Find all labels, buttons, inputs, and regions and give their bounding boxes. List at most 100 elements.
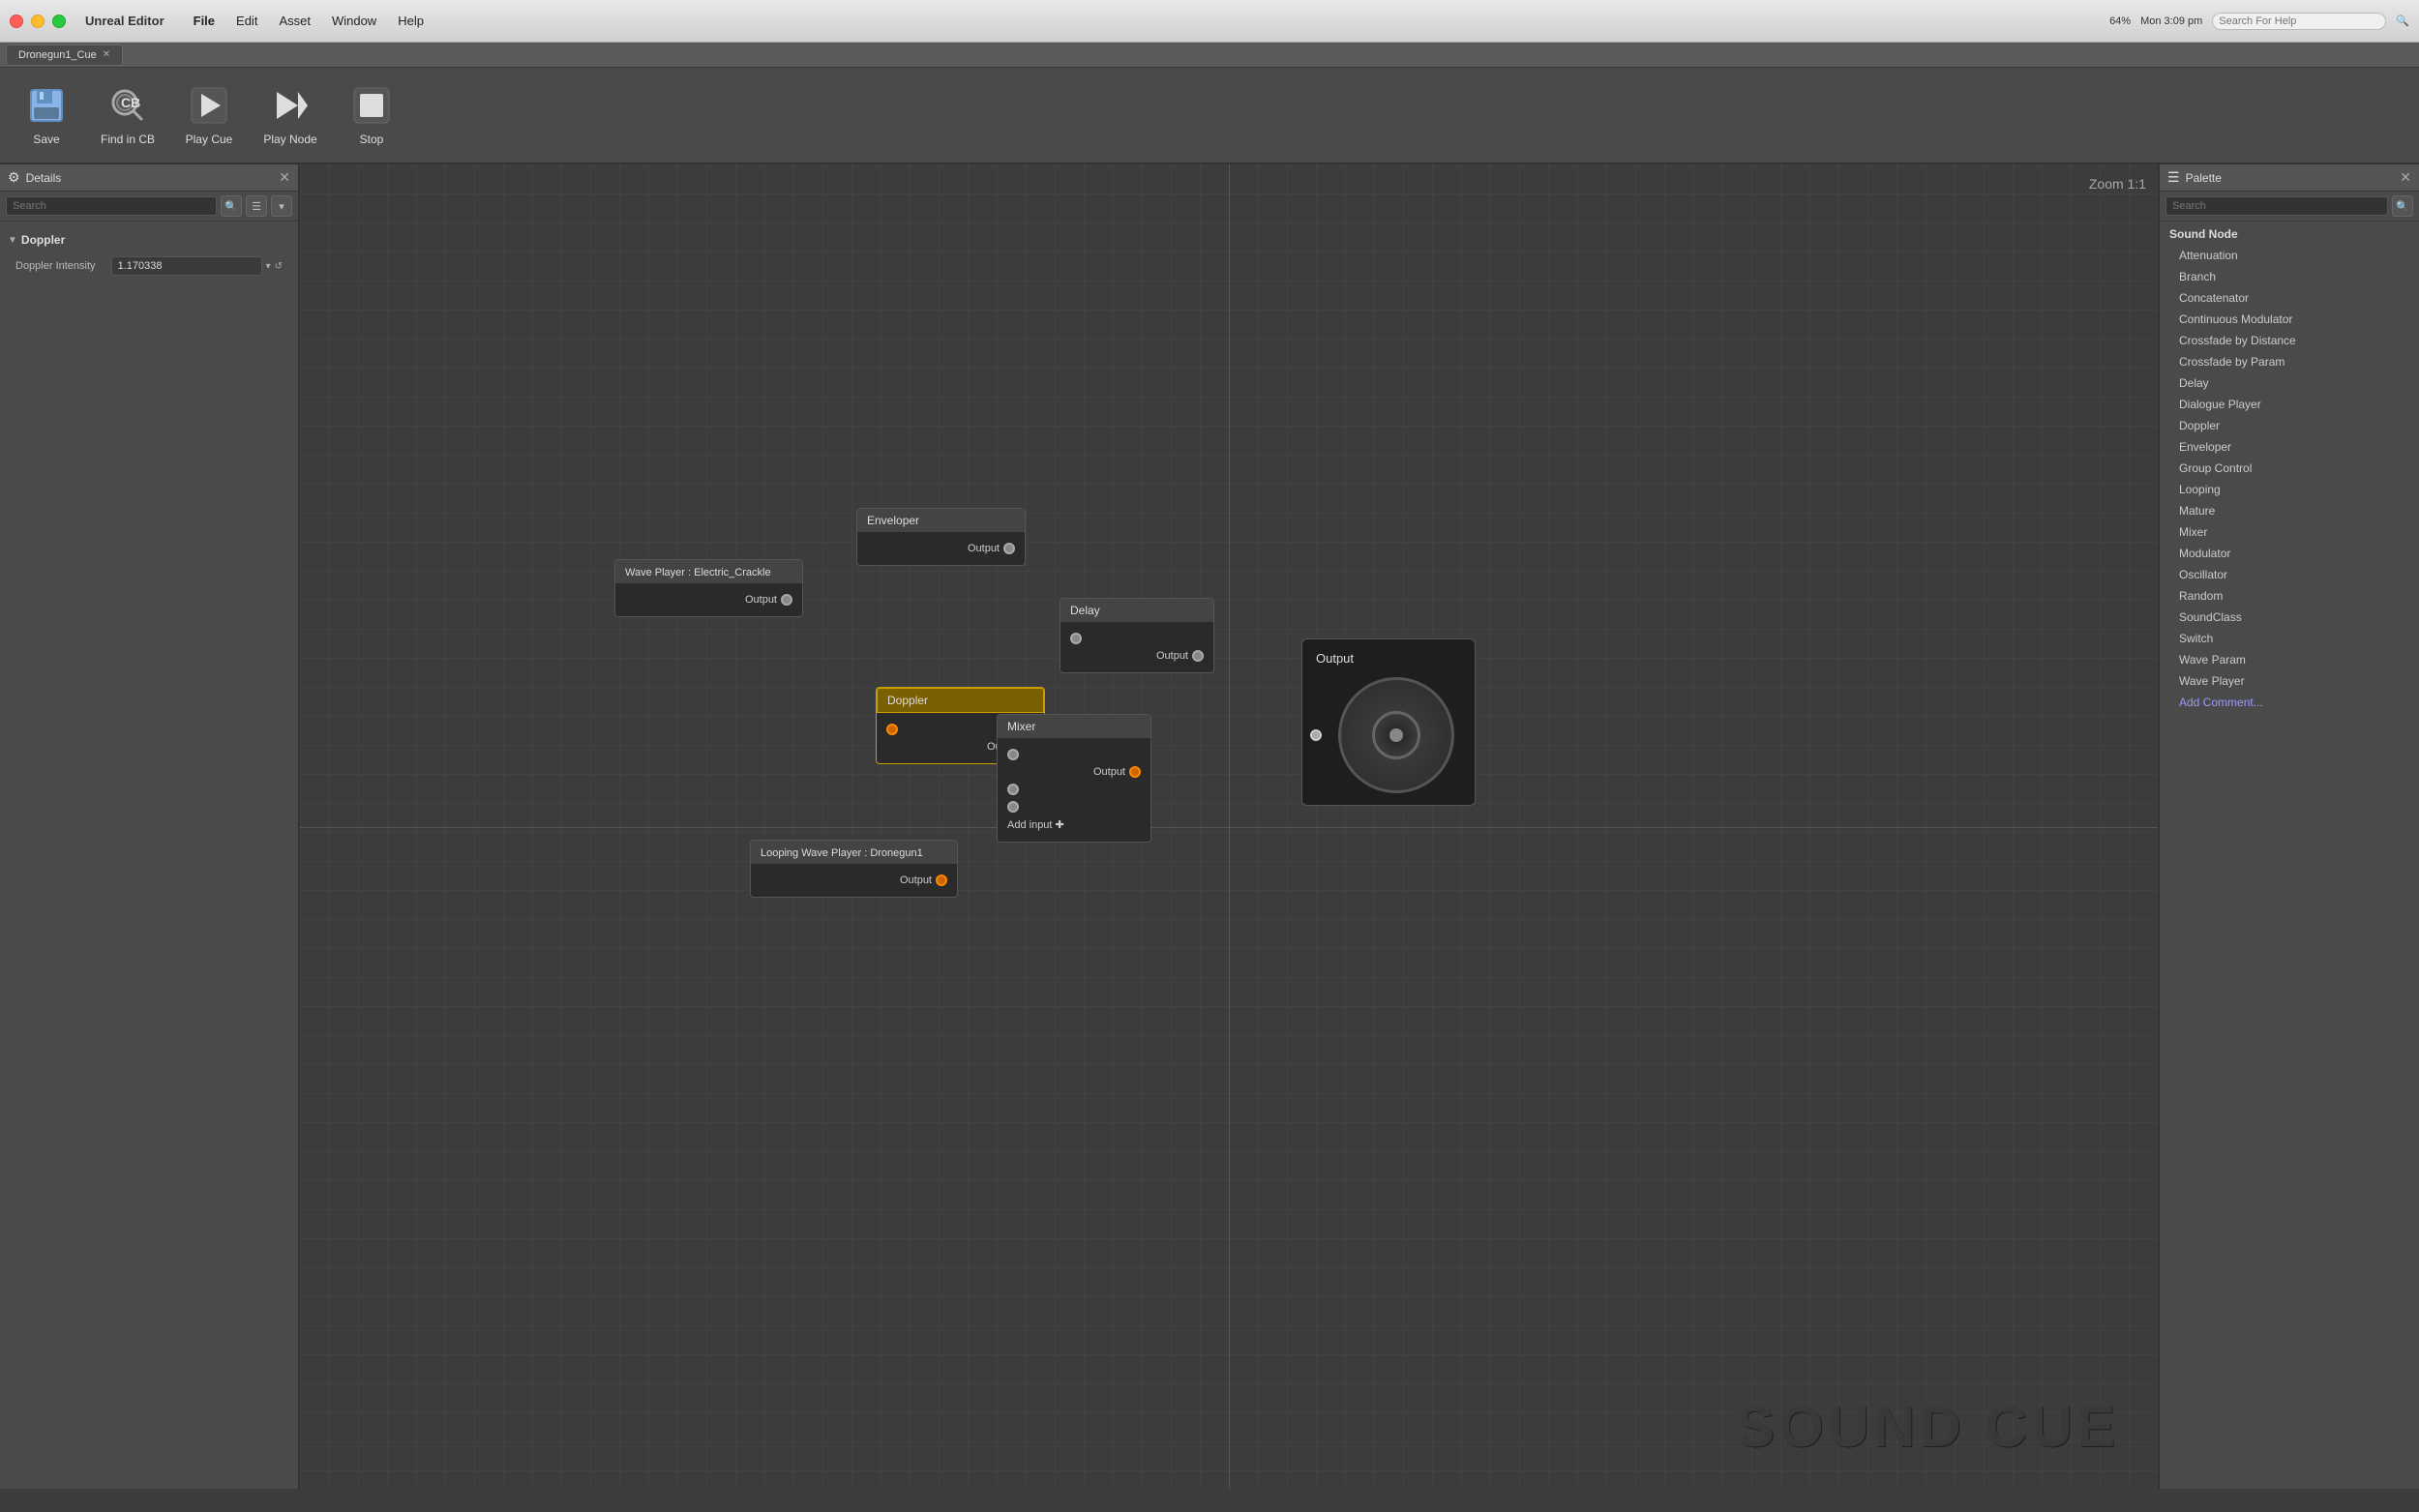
reset-icon[interactable]: ↺ [275,261,283,272]
palette-item-doppler[interactable]: Doppler [2160,415,2419,436]
palette-item-branch[interactable]: Branch [2160,266,2419,287]
tab-close-icon[interactable]: ✕ [103,49,110,60]
palette-item-modulator[interactable]: Modulator [2160,543,2419,564]
palette-icon: ☰ [2167,169,2180,186]
palette-list: Sound Node Attenuation Branch Concatenat… [2160,222,2419,1489]
palette-item-random[interactable]: Random [2160,585,2419,607]
close-button[interactable] [10,15,23,28]
palette-item-mixer[interactable]: Mixer [2160,521,2419,543]
doppler-intensity-label: Doppler Intensity [15,260,104,272]
looping-wave-output-port[interactable] [936,875,947,886]
menu-right: 64% Mon 3:09 pm 🔍 [2109,13,2409,30]
wave-player-output-label: Output [745,594,777,606]
doppler-intensity-row: Doppler Intensity ▾ ↺ [8,252,290,280]
palette-add-comment[interactable]: Add Comment... [2160,692,2419,713]
canvas-divider-v [1229,164,1230,1489]
minimize-button[interactable] [31,15,45,28]
palette-item-continuous-modulator[interactable]: Continuous Modulator [2160,309,2419,330]
menu-asset[interactable]: Asset [269,12,320,30]
details-panel: ⚙ Details ✕ 🔍 ☰ ▾ ▼ Doppler Doppler Inte… [0,164,300,1489]
mixer-node[interactable]: Mixer Output Add input ✚ [997,714,1151,843]
details-search-button[interactable]: 🔍 [221,195,242,217]
output-input-port[interactable] [1310,729,1322,741]
delay-node[interactable]: Delay Output [1060,598,1214,673]
details-icon: ⚙ [8,169,20,186]
details-content: ▼ Doppler Doppler Intensity ▾ ↺ [0,222,298,287]
find-in-cb-label: Find in CB [101,133,155,146]
looping-wave-node[interactable]: Looping Wave Player : Dronegun1 Output [750,840,958,898]
details-list-view-button[interactable]: ☰ [246,195,267,217]
palette-search-input[interactable] [2165,196,2388,216]
palette-item-oscillator[interactable]: Oscillator [2160,564,2419,585]
maximize-button[interactable] [52,15,66,28]
wave-player-node[interactable]: Wave Player : Electric_Crackle Output [614,559,803,617]
tab-dronegun[interactable]: Dronegun1_Cue ✕ [6,44,123,66]
menu-window[interactable]: Window [322,12,386,30]
canvas-area[interactable]: Zoom 1:1 [300,164,2158,1489]
doppler-intensity-field[interactable] [111,256,262,276]
palette-item-wave-player[interactable]: Wave Player [2160,670,2419,692]
doppler-intensity-container: ▾ ↺ [111,256,283,276]
delay-input-port[interactable] [1070,633,1082,644]
menu-help[interactable]: Help [388,12,433,30]
details-search-input[interactable] [6,196,217,216]
palette-item-switch[interactable]: Switch [2160,628,2419,649]
delay-title: Delay [1060,599,1213,622]
palette-item-group-control[interactable]: Group Control [2160,458,2419,479]
play-cue-icon [188,84,230,127]
save-button[interactable]: Save [8,74,85,157]
enveloper-node[interactable]: Enveloper Output [856,508,1026,566]
palette-item-soundclass[interactable]: SoundClass [2160,607,2419,628]
palette-item-mature[interactable]: Mature [2160,500,2419,521]
palette-search-button[interactable]: 🔍 [2392,195,2413,217]
delay-output-port[interactable] [1192,650,1204,662]
doppler-section-header[interactable]: ▼ Doppler [8,229,290,252]
mixer-add-input-row[interactable]: Add input ✚ [1007,815,1141,834]
mixer-add-input-label[interactable]: Add input ✚ [1007,818,1064,831]
palette-item-enveloper[interactable]: Enveloper [2160,436,2419,458]
spin-down-icon[interactable]: ▾ [266,261,271,272]
details-options-button[interactable]: ▾ [271,195,292,217]
menu-file[interactable]: File [184,12,224,30]
speaker-graphic [1338,677,1454,793]
palette-item-dialogue-player[interactable]: Dialogue Player [2160,394,2419,415]
mixer-input1-row [1007,746,1141,763]
palette-close-icon[interactable]: ✕ [2400,169,2411,186]
doppler-input-port[interactable] [886,724,898,735]
mixer-output-port[interactable] [1129,766,1141,778]
mixer-input2-port[interactable] [1007,784,1019,795]
traffic-lights[interactable] [10,15,66,28]
palette-item-crossfade-distance[interactable]: Crossfade by Distance [2160,330,2419,351]
mixer-input3-row [1007,798,1141,815]
mixer-input3-port[interactable] [1007,801,1019,813]
details-close-icon[interactable]: ✕ [279,169,290,186]
wave-player-title: Wave Player : Electric_Crackle [615,560,802,583]
search-help-input[interactable] [2212,13,2386,30]
play-node-button[interactable]: Play Node [252,74,329,157]
delay-body: Output [1060,622,1213,672]
find-in-cb-button[interactable]: CB Find in CB [89,74,166,157]
stop-button[interactable]: Stop [333,74,410,157]
output-node[interactable]: Output [1301,638,1476,806]
palette-item-crossfade-param[interactable]: Crossfade by Param [2160,351,2419,372]
enveloper-output-port[interactable] [1003,543,1015,554]
palette-item-looping[interactable]: Looping [2160,479,2419,500]
palette-item-concatenator[interactable]: Concatenator [2160,287,2419,309]
menu-edit[interactable]: Edit [226,12,267,30]
palette-item-delay[interactable]: Delay [2160,372,2419,394]
palette-title: Palette [2186,171,2222,185]
find-icon: CB [106,84,149,127]
menu-bar: File Edit Asset Window Help [184,10,2109,33]
mixer-input1-port[interactable] [1007,749,1019,760]
palette-item-attenuation[interactable]: Attenuation [2160,245,2419,266]
time-display: Mon 3:09 pm [2140,15,2202,27]
wave-player-output-port[interactable] [781,594,792,606]
mixer-input2-row [1007,781,1141,798]
enveloper-title: Enveloper [857,509,1025,532]
search-help-icon[interactable]: 🔍 [2396,15,2409,27]
looping-wave-title: Looping Wave Player : Dronegun1 [751,841,957,864]
enveloper-output-label: Output [968,543,1000,554]
palette-item-wave-param[interactable]: Wave Param [2160,649,2419,670]
play-cue-button[interactable]: Play Cue [170,74,248,157]
output-title: Output [1310,647,1467,673]
